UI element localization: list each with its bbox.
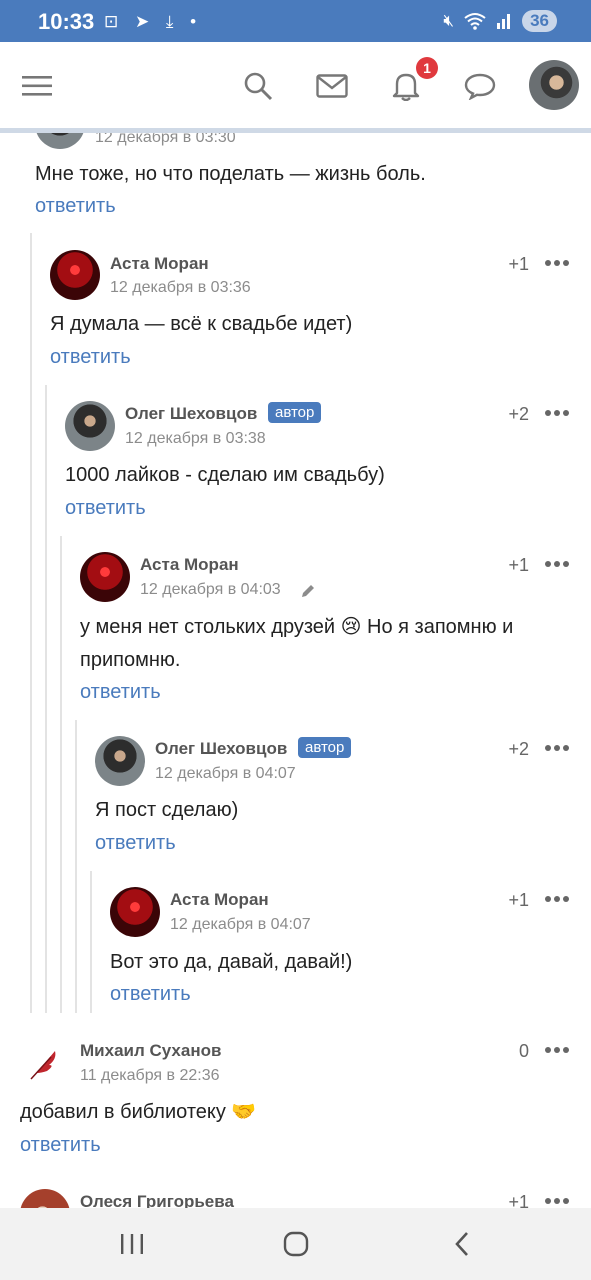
reply-link[interactable]: ответить — [65, 497, 146, 520]
menu-icon[interactable] — [15, 64, 59, 108]
mail-icon[interactable] — [310, 64, 354, 108]
comments-list: 12 декабря в 03:30 Мне тоже, но что поде… — [0, 133, 591, 1208]
reply-link[interactable]: ответить — [50, 346, 131, 369]
status-time: 10:33 — [38, 9, 95, 34]
comment-text: добавил в библиотеку 🤝 — [20, 1101, 257, 1123]
comment-score[interactable]: +1 — [489, 254, 529, 275]
avatar[interactable] — [50, 250, 100, 300]
comment-text: Вот это да, давай, давай!) — [110, 951, 353, 973]
comment-text: Я думала — всё к свадьбе идет) — [50, 313, 353, 335]
notification-badge: 1 — [416, 57, 438, 79]
comment-date: 12 декабря в 03:30 — [95, 133, 236, 146]
avatar[interactable] — [20, 1038, 70, 1088]
feather-icon — [30, 1051, 56, 1080]
more-icon[interactable] — [545, 408, 571, 418]
comment-author[interactable]: Аста Моран — [110, 254, 209, 274]
avatar[interactable] — [65, 401, 115, 451]
comment-score[interactable]: +1 — [489, 890, 529, 911]
wifi-icon — [464, 13, 486, 30]
reply-link[interactable]: ответить — [110, 983, 191, 1006]
edited-pencil-icon — [302, 585, 314, 597]
avatar[interactable] — [20, 1189, 70, 1208]
profile-avatar[interactable] — [529, 60, 579, 110]
comment-author[interactable]: Аста Моран — [140, 555, 239, 575]
thread-line — [75, 720, 77, 1013]
system-nav-bar — [0, 1208, 591, 1280]
comment-score[interactable]: +1 — [489, 555, 529, 576]
more-icon[interactable] — [545, 258, 571, 268]
comment-score[interactable]: 0 — [489, 1041, 529, 1062]
reply-link[interactable]: ответить — [95, 832, 176, 855]
thread-line — [30, 233, 32, 1013]
comment-text: у меня нет стольких друзей 😢 Но я запомн… — [80, 616, 514, 671]
comment-score[interactable]: +2 — [489, 739, 529, 760]
more-icon[interactable] — [545, 743, 571, 753]
home-icon[interactable] — [276, 1226, 316, 1262]
comment-author[interactable]: Олеся Григорьева — [80, 1192, 234, 1208]
avatar[interactable] — [95, 736, 145, 786]
status-bar: 10:33 ⊡ ➤ ⤓ • 🔇︎ 36 — [0, 0, 591, 42]
reply-link[interactable]: ответить — [35, 195, 116, 218]
comment-text: Я пост сделаю) — [95, 799, 239, 821]
comment-date: 12 декабря в 03:38 — [125, 430, 266, 447]
more-icon[interactable] — [545, 559, 571, 569]
avatar[interactable] — [80, 552, 130, 602]
top-bar — [0, 42, 591, 128]
comment-score[interactable]: +1 — [489, 1192, 529, 1208]
comment-date: 12 декабря в 03:36 — [110, 279, 251, 296]
reply-link[interactable]: ответить — [80, 681, 161, 704]
status-system-icons: 🔇︎ 36 — [443, 10, 557, 32]
reply-link[interactable]: ответить — [20, 1134, 101, 1157]
comment-date: 12 декабря в 04:07 — [170, 916, 311, 933]
comment-text: 1000 лайков - сделаю им свадьбу) — [65, 464, 385, 486]
thread-line — [90, 871, 92, 1013]
thread-line — [45, 385, 47, 1013]
comment-author[interactable]: Аста Моран — [170, 890, 269, 910]
search-icon[interactable] — [236, 64, 280, 108]
comment-author[interactable]: Олег Шеховцов — [125, 404, 257, 424]
comment-date: 12 декабря в 04:03 — [140, 581, 281, 598]
more-icon[interactable] — [545, 1196, 571, 1206]
back-icon[interactable] — [442, 1226, 482, 1262]
recents-icon[interactable] — [112, 1226, 152, 1262]
comment-date: 11 декабря в 22:36 — [80, 1067, 220, 1084]
thread-line — [60, 536, 62, 1013]
chat-icon[interactable] — [458, 64, 502, 108]
comment-author[interactable]: Михаил Суханов — [80, 1041, 221, 1061]
status-notification-icons: ⊡ ➤ ⤓ • — [104, 12, 203, 31]
avatar[interactable] — [110, 887, 160, 937]
more-icon[interactable] — [545, 894, 571, 904]
more-icon[interactable] — [545, 1045, 571, 1055]
comment-score[interactable]: +2 — [489, 404, 529, 425]
author-badge: автор — [268, 402, 322, 423]
mute-icon: 🔇︎ — [443, 11, 455, 30]
avatar[interactable] — [35, 133, 85, 149]
comment-text: Мне тоже, но что поделать — жизнь боль. — [35, 163, 426, 185]
comment-author[interactable]: Олег Шеховцов — [155, 739, 287, 759]
battery-icon: 36 — [522, 10, 557, 32]
author-badge: автор — [298, 737, 352, 758]
signal-icon — [497, 14, 511, 29]
comment-date: 12 декабря в 04:07 — [155, 765, 296, 782]
